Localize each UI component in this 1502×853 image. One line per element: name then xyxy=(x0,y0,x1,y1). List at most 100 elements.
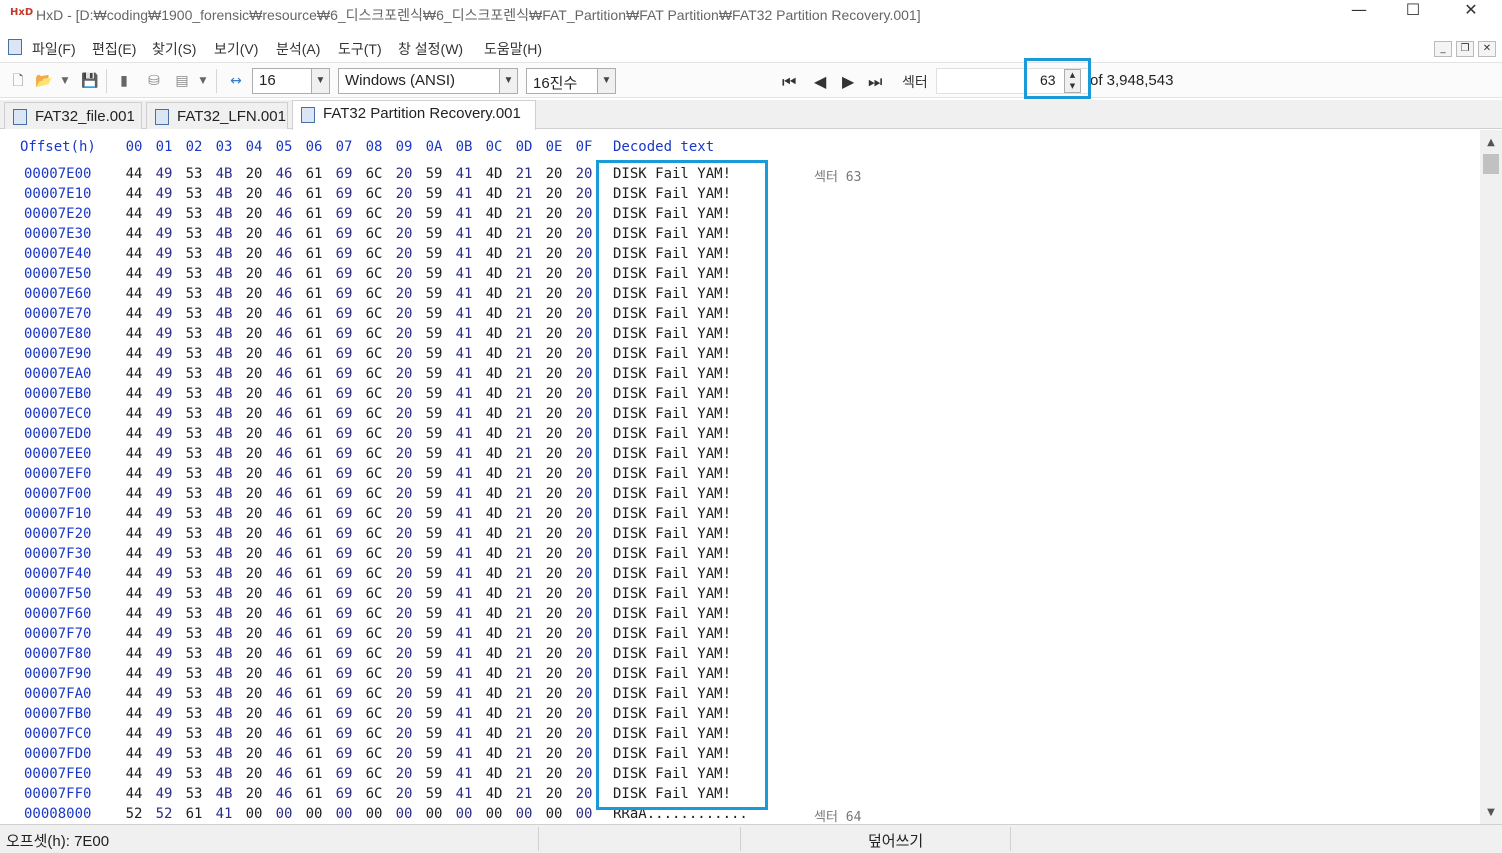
hex-byte[interactable]: 20 xyxy=(544,606,564,622)
hex-byte[interactable]: 20 xyxy=(244,186,264,202)
hex-byte[interactable]: 41 xyxy=(454,346,474,362)
hex-byte[interactable]: 20 xyxy=(394,686,414,702)
hex-byte[interactable]: 4D xyxy=(484,366,504,382)
hex-byte[interactable]: 20 xyxy=(394,346,414,362)
hex-byte[interactable]: 53 xyxy=(184,306,204,322)
hex-byte[interactable]: 44 xyxy=(124,186,144,202)
hex-byte[interactable]: 00 xyxy=(274,806,294,822)
hex-byte[interactable]: 21 xyxy=(514,586,534,602)
hex-byte[interactable]: 53 xyxy=(184,206,204,222)
hex-byte[interactable]: 4D xyxy=(484,346,504,362)
hex-byte[interactable]: 20 xyxy=(574,726,594,742)
new-file-icon[interactable]: 🗋 xyxy=(8,71,28,91)
hex-byte[interactable]: 69 xyxy=(334,326,354,342)
scroll-thumb[interactable] xyxy=(1483,154,1499,174)
hex-byte[interactable]: 6C xyxy=(364,346,384,362)
hex-byte[interactable]: 21 xyxy=(514,546,534,562)
hex-byte[interactable]: 20 xyxy=(394,286,414,302)
hex-byte[interactable]: 49 xyxy=(154,626,174,642)
hex-byte[interactable]: 20 xyxy=(394,566,414,582)
hex-byte[interactable]: 41 xyxy=(454,286,474,302)
hex-byte[interactable]: 46 xyxy=(274,646,294,662)
hex-byte[interactable]: 53 xyxy=(184,786,204,802)
hex-byte[interactable]: 20 xyxy=(544,486,564,502)
hex-byte[interactable]: 41 xyxy=(454,726,474,742)
chevron-down-icon[interactable]: ▼ xyxy=(597,69,615,93)
hex-byte[interactable]: 69 xyxy=(334,286,354,302)
hex-byte[interactable]: 21 xyxy=(514,286,534,302)
hex-byte[interactable]: 20 xyxy=(574,446,594,462)
hex-byte[interactable]: 4B xyxy=(214,466,234,482)
hex-byte[interactable]: 4D xyxy=(484,566,504,582)
hex-byte[interactable]: 41 xyxy=(454,166,474,182)
hex-byte[interactable]: 20 xyxy=(394,226,414,242)
hex-byte[interactable]: 53 xyxy=(184,166,204,182)
hex-byte[interactable]: 61 xyxy=(304,466,324,482)
hex-byte[interactable]: 4D xyxy=(484,386,504,402)
hex-byte[interactable]: 69 xyxy=(334,626,354,642)
hex-byte[interactable]: 4B xyxy=(214,406,234,422)
hex-byte[interactable]: 44 xyxy=(124,746,144,762)
hex-byte[interactable]: 46 xyxy=(274,726,294,742)
hex-byte[interactable]: 21 xyxy=(514,326,534,342)
hex-byte[interactable]: 44 xyxy=(124,226,144,242)
hex-byte[interactable]: 4B xyxy=(214,726,234,742)
hex-byte[interactable]: 41 xyxy=(454,686,474,702)
hex-byte[interactable]: 46 xyxy=(274,506,294,522)
hex-byte[interactable]: 69 xyxy=(334,346,354,362)
hex-byte[interactable]: 6C xyxy=(364,526,384,542)
hex-byte[interactable]: 41 xyxy=(454,526,474,542)
hex-byte[interactable]: 20 xyxy=(544,726,564,742)
hex-byte[interactable]: 20 xyxy=(244,466,264,482)
hex-byte[interactable]: 20 xyxy=(574,646,594,662)
hex-byte[interactable]: 59 xyxy=(424,686,444,702)
hex-byte[interactable]: 4B xyxy=(214,366,234,382)
hex-byte[interactable]: 6C xyxy=(364,706,384,722)
hex-byte[interactable]: 20 xyxy=(574,266,594,282)
hex-byte[interactable]: 69 xyxy=(334,766,354,782)
hex-byte[interactable]: 6C xyxy=(364,466,384,482)
hex-byte[interactable]: 49 xyxy=(154,226,174,242)
hex-byte[interactable]: 6C xyxy=(364,626,384,642)
hex-byte[interactable]: 69 xyxy=(334,666,354,682)
hex-byte[interactable]: 20 xyxy=(574,486,594,502)
hex-byte[interactable]: 49 xyxy=(154,646,174,662)
hex-byte[interactable]: 59 xyxy=(424,466,444,482)
hex-byte[interactable]: 6C xyxy=(364,686,384,702)
close-button[interactable]: ✕ xyxy=(1448,0,1494,28)
hex-byte[interactable]: 20 xyxy=(544,186,564,202)
hex-byte[interactable]: 20 xyxy=(544,546,564,562)
hex-byte[interactable]: 20 xyxy=(574,186,594,202)
hex-byte[interactable]: 61 xyxy=(304,686,324,702)
hex-byte[interactable]: 4D xyxy=(484,186,504,202)
hex-byte[interactable]: 53 xyxy=(184,246,204,262)
mdi-minimize-button[interactable]: _ xyxy=(1434,41,1452,57)
hex-byte[interactable]: 49 xyxy=(154,186,174,202)
hex-byte[interactable]: 21 xyxy=(514,486,534,502)
hex-byte[interactable]: 20 xyxy=(244,586,264,602)
hex-byte[interactable]: 21 xyxy=(514,186,534,202)
hex-byte[interactable]: 59 xyxy=(424,186,444,202)
hex-byte[interactable]: 4B xyxy=(214,606,234,622)
hex-byte[interactable]: 20 xyxy=(244,526,264,542)
hex-byte[interactable]: 41 xyxy=(454,746,474,762)
prev-sector-icon[interactable]: ◀ xyxy=(814,72,826,91)
hex-byte[interactable]: 20 xyxy=(244,446,264,462)
hex-byte[interactable]: 46 xyxy=(274,686,294,702)
hex-byte[interactable]: 20 xyxy=(394,366,414,382)
hex-byte[interactable]: 69 xyxy=(334,486,354,502)
hex-byte[interactable]: 20 xyxy=(544,506,564,522)
hex-byte[interactable]: 69 xyxy=(334,566,354,582)
hex-byte[interactable]: 46 xyxy=(274,706,294,722)
hex-byte[interactable]: 69 xyxy=(334,726,354,742)
hex-byte[interactable]: 61 xyxy=(304,786,324,802)
hex-byte[interactable]: 41 xyxy=(454,506,474,522)
hex-byte[interactable]: 53 xyxy=(184,746,204,762)
hex-byte[interactable]: 20 xyxy=(544,746,564,762)
hex-byte[interactable]: 20 xyxy=(394,186,414,202)
hex-byte[interactable]: 20 xyxy=(244,566,264,582)
hex-byte[interactable]: 21 xyxy=(514,786,534,802)
hex-byte[interactable]: 49 xyxy=(154,586,174,602)
hex-byte[interactable]: 69 xyxy=(334,546,354,562)
ram-icon[interactable]: ▤ xyxy=(172,71,192,91)
